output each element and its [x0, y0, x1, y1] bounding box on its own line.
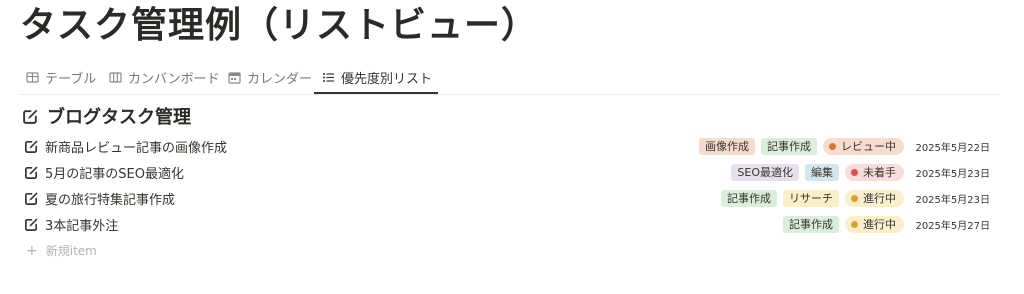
tag: 記事作成 [761, 137, 817, 155]
edit-icon [25, 166, 38, 179]
calendar-icon [228, 72, 241, 84]
task-date: 2025年5月23日 [915, 168, 990, 180]
tab-label: カレンダー [247, 72, 313, 87]
status-badge: 進行中 [845, 215, 904, 233]
tag: 記事作成 [783, 215, 839, 233]
view-tabs: テーブル カンバンボード カレンダー 優先度別リスト [20, 62, 1000, 95]
status-badge: 未着手 [845, 163, 904, 181]
edit-icon [25, 140, 38, 153]
tag: SEO最適化 [731, 163, 799, 181]
edit-icon [25, 192, 38, 205]
task-tags: 記事作成 進行中 [783, 215, 904, 233]
new-item-label: 新規item [45, 244, 97, 258]
tag: 編集 [805, 163, 839, 181]
task-title[interactable]: 5月の記事のSEO最適化 [45, 163, 731, 182]
status-dot [851, 168, 858, 176]
status-badge: レビュー中 [823, 137, 904, 155]
tab-calendar[interactable]: カレンダー [228, 62, 312, 93]
list-item[interactable]: 新商品レビュー記事の画像作成 画像作成 記事作成 レビュー中 2025年5月22… [24, 134, 990, 158]
status-dot [851, 194, 858, 202]
status-badge: 進行中 [845, 189, 904, 207]
task-tags: 画像作成 記事作成 レビュー中 [699, 137, 904, 155]
task-tags: SEO最適化 編集 未着手 [731, 163, 904, 181]
tab-board[interactable]: カンバンボード [109, 62, 220, 93]
plus-icon: + [26, 242, 38, 259]
tag: リサーチ [783, 189, 839, 207]
page-title: タスク管理例（リストビュー） [20, 5, 539, 46]
tag: 画像作成 [699, 137, 755, 155]
task-tags: 記事作成 リサーチ 進行中 [721, 189, 904, 207]
list-item[interactable]: 夏の旅行特集記事作成 記事作成 リサーチ 進行中 2025年5月23日 [24, 186, 990, 210]
group-header[interactable]: ブログタスク管理 [22, 103, 191, 129]
task-title[interactable]: 新商品レビュー記事の画像作成 [45, 137, 699, 156]
new-item-button[interactable]: + 新規item [26, 242, 97, 259]
status-dot [851, 220, 858, 228]
task-title[interactable]: 夏の旅行特集記事作成 [45, 189, 721, 208]
status-label: 進行中 [863, 191, 896, 205]
table-icon [26, 72, 39, 83]
board-icon [109, 72, 122, 83]
list-item[interactable]: 5月の記事のSEO最適化 SEO最適化 編集 未着手 2025年5月23日 [24, 160, 990, 184]
list-icon [323, 72, 334, 82]
edit-icon [25, 218, 38, 231]
edit-icon [23, 109, 38, 124]
tab-priority-list[interactable]: 優先度別リスト [314, 62, 439, 94]
task-date: 2025年5月23日 [915, 194, 990, 206]
tab-label: テーブル [45, 72, 97, 87]
list-item[interactable]: 3本記事外注 記事作成 進行中 2025年5月27日 [24, 212, 990, 236]
task-date: 2025年5月27日 [915, 220, 990, 232]
tab-table[interactable]: テーブル [26, 62, 96, 93]
status-dot [829, 142, 836, 150]
tab-label: 優先度別リスト [341, 71, 433, 87]
task-title[interactable]: 3本記事外注 [45, 215, 783, 234]
tag: 記事作成 [721, 189, 777, 207]
tab-label: カンバンボード [128, 72, 220, 87]
status-label: レビュー中 [841, 139, 896, 153]
task-date: 2025年5月22日 [915, 142, 990, 154]
status-label: 進行中 [863, 217, 896, 231]
status-label: 未着手 [863, 165, 896, 179]
group-title: ブログタスク管理 [47, 107, 191, 128]
